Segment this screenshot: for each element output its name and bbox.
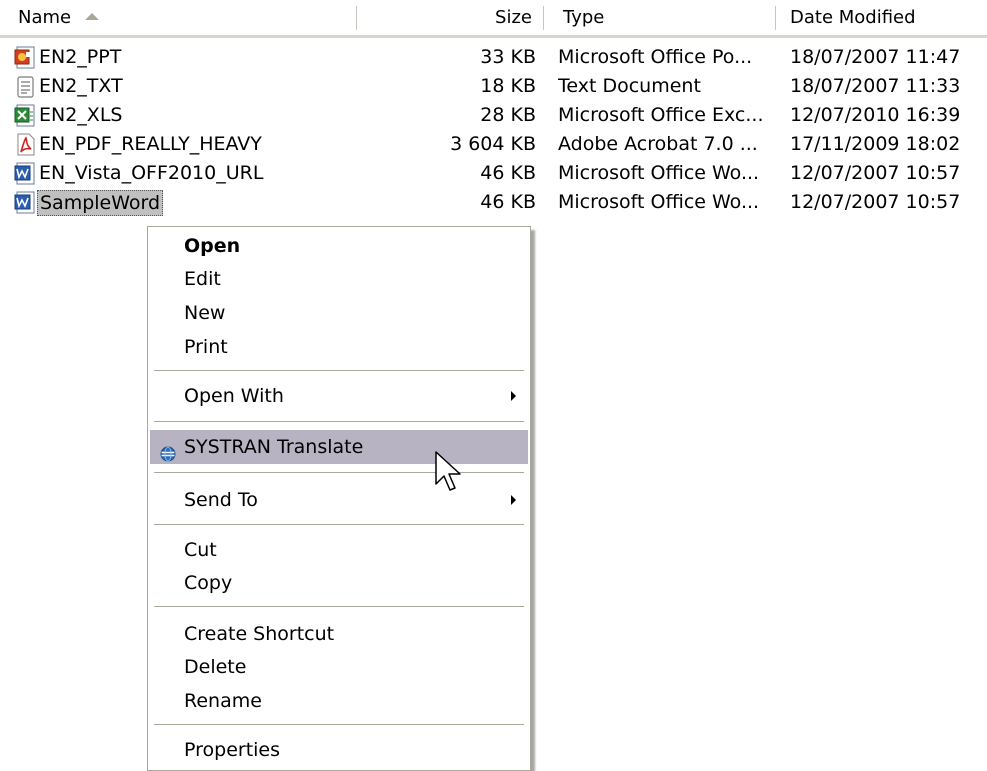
file-type: Microsoft Office Po... xyxy=(558,46,753,68)
file-size: 46 KB xyxy=(480,162,536,184)
file-row[interactable]: EN2_XLS 28 KB Microsoft Office Exc... 12… xyxy=(0,101,987,130)
file-date-modified: 12/07/2010 16:39 xyxy=(790,104,961,126)
file-type: Microsoft Office Wo... xyxy=(558,191,760,213)
column-header-type-label: Type xyxy=(563,7,605,28)
file-date-modified: 17/11/2009 18:02 xyxy=(790,133,961,155)
menu-separator xyxy=(154,472,524,473)
menu-item-label: Properties xyxy=(184,739,281,761)
word-file-icon xyxy=(14,191,36,215)
menu-separator xyxy=(154,421,524,422)
menu-item-rename[interactable]: Rename xyxy=(150,684,528,718)
column-header-size[interactable]: Size xyxy=(358,0,538,35)
menu-item-create-shortcut[interactable]: Create Shortcut xyxy=(150,617,528,651)
menu-item-label: Edit xyxy=(184,268,221,290)
file-type: Microsoft Office Exc... xyxy=(558,104,764,126)
column-divider[interactable] xyxy=(543,6,544,30)
file-size: 28 KB xyxy=(480,104,536,126)
excel-file-icon xyxy=(14,104,36,128)
file-row[interactable]: EN2_PPT 33 KB Microsoft Office Po... 18/… xyxy=(0,43,987,72)
menu-item-label: SYSTRAN Translate xyxy=(184,436,364,458)
text-file-icon xyxy=(14,75,36,99)
column-header-bar: Name Size Type Date Modified xyxy=(0,0,987,38)
menu-item-copy[interactable]: Copy xyxy=(150,566,528,600)
menu-separator xyxy=(154,724,524,725)
systran-globe-icon xyxy=(160,439,176,462)
file-name-cell: EN2_TXT xyxy=(14,72,354,101)
menu-item-label: Cut xyxy=(184,539,217,561)
menu-item-label: New xyxy=(184,302,226,324)
file-size: 3 604 KB xyxy=(450,133,536,155)
menu-item-delete[interactable]: Delete xyxy=(150,650,528,684)
file-name: EN2_PPT xyxy=(39,46,122,68)
file-row[interactable]: EN2_TXT 18 KB Text Document 18/07/2007 1… xyxy=(0,72,987,101)
file-name-cell: EN_PDF_REALLY_HEAVY xyxy=(14,130,354,159)
menu-item-label: Create Shortcut xyxy=(184,623,335,645)
column-header-name-label: Name xyxy=(18,7,72,28)
file-size: 33 KB xyxy=(480,46,536,68)
menu-item-label: Copy xyxy=(184,572,233,594)
powerpoint-file-icon xyxy=(14,46,36,70)
word-file-icon xyxy=(14,162,36,186)
file-name: SampleWord xyxy=(37,189,164,216)
menu-item-new[interactable]: New xyxy=(150,296,528,330)
file-name: EN_PDF_REALLY_HEAVY xyxy=(39,133,262,155)
file-size: 46 KB xyxy=(480,191,536,213)
menu-separator xyxy=(154,370,524,371)
file-date-modified: 12/07/2007 10:57 xyxy=(790,191,961,213)
menu-item-systran-translate[interactable]: SYSTRAN Translate xyxy=(150,430,528,464)
column-header-date-label: Date Modified xyxy=(790,7,916,28)
file-row[interactable]: EN_PDF_REALLY_HEAVY 3 604 KB Adobe Acrob… xyxy=(0,130,987,159)
file-type: Microsoft Office Wo... xyxy=(558,162,760,184)
column-header-name[interactable]: Name xyxy=(18,0,356,35)
file-date-modified: 18/07/2007 11:47 xyxy=(790,46,961,68)
file-list: EN2_PPT 33 KB Microsoft Office Po... 18/… xyxy=(0,43,987,217)
file-name-cell: EN2_PPT xyxy=(14,43,354,72)
file-size: 18 KB xyxy=(480,75,536,97)
menu-item-open[interactable]: Open xyxy=(150,229,528,263)
menu-item-send-to[interactable]: Send To xyxy=(150,483,528,517)
file-name-cell: EN2_XLS xyxy=(14,101,354,130)
file-name: EN_Vista_OFF2010_URL xyxy=(39,162,264,184)
menu-item-properties[interactable]: Properties xyxy=(150,733,528,767)
file-name-cell: SampleWord xyxy=(14,188,354,217)
file-type: Text Document xyxy=(558,75,701,97)
menu-item-label: Print xyxy=(184,336,228,358)
menu-item-label: Delete xyxy=(184,656,247,678)
file-name: EN2_XLS xyxy=(39,104,123,126)
file-name: EN2_TXT xyxy=(39,75,123,97)
file-date-modified: 18/07/2007 11:33 xyxy=(790,75,961,97)
menu-item-label: Send To xyxy=(184,489,258,511)
sort-ascending-icon xyxy=(85,12,100,20)
file-row[interactable]: EN_Vista_OFF2010_URL 46 KB Microsoft Off… xyxy=(0,159,987,188)
file-date-modified: 12/07/2007 10:57 xyxy=(790,162,961,184)
menu-separator xyxy=(154,606,524,607)
column-header-type[interactable]: Type xyxy=(563,0,773,35)
file-row-selected[interactable]: SampleWord 46 KB Microsoft Office Wo... … xyxy=(0,188,987,217)
menu-separator xyxy=(154,524,524,525)
column-divider[interactable] xyxy=(775,6,776,30)
mouse-cursor-icon xyxy=(434,450,462,496)
menu-item-cut[interactable]: Cut xyxy=(150,533,528,567)
menu-item-open-with[interactable]: Open With xyxy=(150,379,528,413)
menu-item-edit[interactable]: Edit xyxy=(150,262,528,296)
file-type: Adobe Acrobat 7.0 ... xyxy=(558,133,758,155)
context-menu: Open Edit New Print Open With SYSTRAN Tr… xyxy=(147,226,531,771)
file-name-cell: EN_Vista_OFF2010_URL xyxy=(14,159,354,188)
submenu-arrow-icon xyxy=(511,495,516,505)
explorer-details-view: Name Size Type Date Modified EN2_PPT 33 … xyxy=(0,0,987,771)
menu-item-label: Rename xyxy=(184,690,262,712)
menu-item-label: Open With xyxy=(184,385,284,407)
column-header-date-modified[interactable]: Date Modified xyxy=(790,0,980,35)
pdf-file-icon xyxy=(14,133,36,157)
column-divider[interactable] xyxy=(356,6,357,30)
column-header-size-label: Size xyxy=(495,7,532,28)
menu-item-label: Open xyxy=(184,235,241,257)
submenu-arrow-icon xyxy=(511,391,516,401)
menu-item-print[interactable]: Print xyxy=(150,330,528,364)
